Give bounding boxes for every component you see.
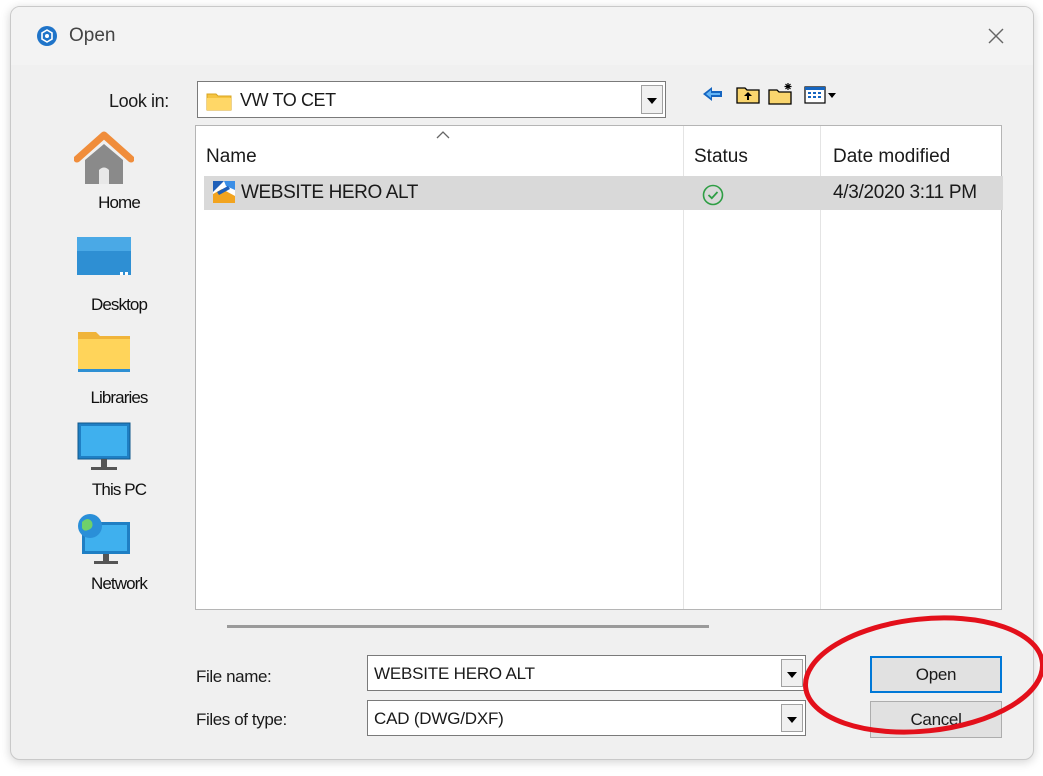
libraries-icon (78, 332, 130, 372)
home-icon (74, 131, 134, 184)
file-type-value: CAD (DWG/DXF) (374, 709, 504, 728)
chevron-down-icon[interactable] (641, 85, 663, 114)
column-header-name[interactable]: Name (206, 146, 257, 168)
file-list[interactable]: Name Status Date modified WEBSITE HERO A… (195, 125, 1003, 610)
desktop-icon (77, 237, 131, 275)
horizontal-scrollbar[interactable] (227, 625, 709, 628)
new-folder-icon[interactable] (767, 82, 795, 106)
up-one-level-icon[interactable] (735, 82, 761, 106)
app-logo-icon (37, 26, 57, 46)
place-label: This PC (91, 480, 147, 499)
back-arrow-icon[interactable] (701, 82, 725, 106)
column-header-date-modified[interactable]: Date modified (833, 146, 950, 168)
place-label: Home (98, 193, 141, 212)
close-button[interactable] (979, 19, 1013, 53)
place-home[interactable]: Home (59, 129, 179, 221)
place-network[interactable]: Network (59, 512, 179, 604)
place-desktop[interactable]: Desktop (59, 235, 179, 327)
look-in-value: VW TO CET (240, 90, 336, 110)
place-label: Desktop (90, 295, 148, 314)
file-type-label: Files of type: (196, 710, 287, 729)
file-name-input[interactable]: WEBSITE HERO ALT (367, 655, 806, 691)
dialog-title: Open (69, 25, 116, 46)
sort-ascending-icon (436, 131, 450, 139)
file-type-select[interactable]: CAD (DWG/DXF) (367, 700, 806, 736)
open-dialog: Open Look in: VW TO CET Home Desktop Lib… (10, 6, 1034, 760)
chevron-down-icon[interactable] (781, 704, 803, 732)
vectorworks-file-icon (213, 181, 235, 203)
open-button[interactable]: Open (870, 656, 1002, 693)
close-icon (988, 28, 1004, 44)
file-name-cell: WEBSITE HERO ALT (241, 182, 418, 203)
cancel-button[interactable]: Cancel (870, 701, 1002, 738)
place-this-pc[interactable]: This PC (59, 421, 179, 513)
folder-icon (206, 93, 232, 111)
place-label: Network (90, 574, 148, 593)
place-libraries[interactable]: Libraries (59, 328, 179, 420)
column-header-status[interactable]: Status (694, 146, 748, 168)
look-in-label: Look in: (109, 91, 169, 111)
chevron-down-icon[interactable] (781, 659, 803, 687)
look-in-dropdown[interactable]: VW TO CET (197, 81, 666, 118)
this-pc-icon (77, 422, 131, 470)
view-menu-icon[interactable] (803, 82, 839, 106)
sync-ok-check-icon (702, 184, 724, 206)
place-label: Libraries (90, 388, 148, 407)
network-icon (78, 514, 130, 564)
title-bar: Open (11, 7, 1033, 65)
file-name-label: File name: (196, 667, 272, 686)
date-modified-cell: 4/3/2020 3:11 PM (833, 182, 977, 203)
file-name-value: WEBSITE HERO ALT (374, 664, 535, 683)
